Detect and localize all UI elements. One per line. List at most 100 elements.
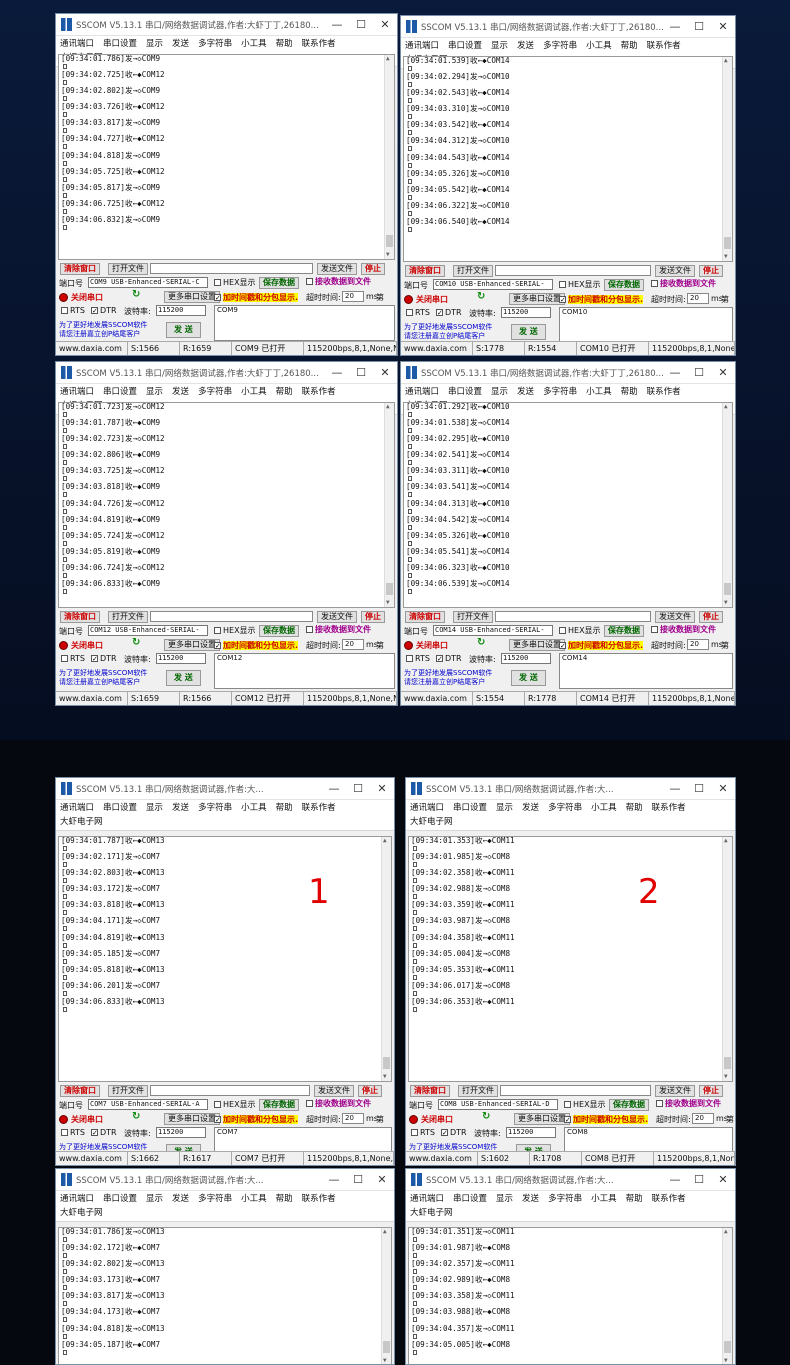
more-settings-button[interactable]: 更多串口设置 [164,639,220,651]
vertical-scrollbar[interactable] [384,403,394,607]
timestamp-checkbox[interactable]: 加时间戳和分包显示. [559,640,644,651]
menu-item[interactable]: 帮助 [621,385,638,399]
menu-item[interactable]: 发送 [172,1192,189,1206]
timeout-input[interactable]: 20 [342,291,364,302]
send-text-area[interactable]: COM14 [559,653,733,689]
refresh-icon[interactable]: ↻ [477,637,485,648]
menu-item[interactable]: 串口设置 [448,39,482,53]
close-port-button[interactable]: 关闭串口 [404,294,448,305]
menu-item[interactable]: 小工具 [241,385,267,399]
timestamp-checkbox[interactable]: 加时间戳和分包显示. [214,1114,299,1125]
menu-item[interactable]: 显示 [496,1192,513,1206]
title-bar[interactable]: SSCOM V5.13.1 串口/网络数据调试器,作者:大虾丁丁,26180..… [56,14,397,36]
menu-item[interactable]: 串口设置 [453,801,487,815]
menu-item[interactable]: 联系作者 [652,1192,686,1206]
menu-item[interactable]: 串口设置 [103,37,137,51]
hex-display-checkbox[interactable]: HEX显示 [559,279,601,290]
status-site[interactable]: www.daxia.com [56,342,128,355]
timeout-input[interactable]: 20 [692,1113,714,1124]
menu-item[interactable]: 帮助 [276,801,293,815]
menu-item[interactable]: 发送 [172,385,189,399]
title-bar[interactable]: SSCOM V5.13.1 串口/网络数据调试器,作者:大... — ☐ ✕ [56,778,394,800]
refresh-icon[interactable]: ↻ [132,1111,140,1122]
menu-item[interactable]: 串口设置 [103,1192,137,1206]
menu-item[interactable]: 通讯端口 [60,385,94,399]
status-site[interactable]: www.daxia.com [56,692,128,705]
menu-item[interactable]: 帮助 [626,801,643,815]
close-port-button[interactable]: 关闭串口 [59,292,103,303]
send-file-button[interactable]: 发送文件 [317,263,357,275]
send-text-area[interactable]: COM10 [559,307,733,343]
hex-display-checkbox[interactable]: HEX显示 [214,625,256,636]
more-settings-button[interactable]: 更多串口设置 [509,639,565,651]
timeout-input[interactable]: 20 [342,639,364,650]
menu-item[interactable]: 通讯端口 [60,801,94,815]
menu-item[interactable]: 帮助 [626,1192,643,1206]
open-file-button[interactable]: 打开文件 [108,611,148,623]
refresh-icon[interactable]: ↻ [482,1111,490,1122]
minimize-icon[interactable]: — [322,1173,346,1186]
send-file-button[interactable]: 发送文件 [317,611,357,623]
receive-to-file-checkbox[interactable]: 接收数据到文件 [651,624,716,635]
save-data-button[interactable]: 保存数据 [259,625,299,637]
menu-item[interactable]: 帮助 [621,39,638,53]
receive-to-file-checkbox[interactable]: 接收数据到文件 [306,624,371,635]
title-bar[interactable]: SSCOM V5.13.1 串口/网络数据调试器,作者:大... — ☐ ✕ [56,1169,394,1191]
menu-item[interactable]: 小工具 [241,801,267,815]
menu-item[interactable]: 大虾电子网 [410,1206,453,1220]
more-settings-button[interactable]: 更多串口设置 [164,1113,220,1125]
file-path-input[interactable] [150,263,313,274]
close-icon[interactable]: ✕ [711,782,735,795]
send-file-button[interactable]: 发送文件 [655,1085,695,1097]
hex-display-checkbox[interactable]: HEX显示 [559,625,601,636]
maximize-icon[interactable]: ☐ [346,1173,370,1186]
menu-item[interactable]: 发送 [172,37,189,51]
clear-window-button[interactable]: 清除窗口 [60,611,100,623]
menu-item[interactable]: 串口设置 [453,1192,487,1206]
menu-item[interactable]: 多字符串 [198,37,232,51]
status-site[interactable]: www.daxia.com [56,1152,128,1165]
menu-item[interactable]: 联系作者 [647,385,681,399]
save-data-button[interactable]: 保存数据 [604,625,644,637]
minimize-icon[interactable]: — [663,20,687,33]
menu-item[interactable]: 小工具 [591,801,617,815]
receive-to-file-checkbox[interactable]: 接收数据到文件 [306,276,371,287]
menu-item[interactable]: 发送 [522,801,539,815]
clear-window-button[interactable]: 清除窗口 [60,263,100,275]
menu-item[interactable]: 小工具 [241,1192,267,1206]
menu-item[interactable]: 显示 [491,39,508,53]
hex-display-checkbox[interactable]: HEX显示 [214,277,256,288]
minimize-icon[interactable]: — [663,782,687,795]
maximize-icon[interactable]: ☐ [349,18,373,31]
minimize-icon[interactable]: — [322,782,346,795]
file-path-input[interactable] [495,265,651,276]
refresh-icon[interactable]: ↻ [132,289,140,300]
menu-item[interactable]: 联系作者 [302,1192,336,1206]
stop-button[interactable]: 停止 [699,611,723,623]
save-data-button[interactable]: 保存数据 [259,1099,299,1111]
port-select[interactable]: COM10 USB-Enhanced-SERIAL- [433,279,553,290]
more-settings-button[interactable]: 更多串口设置 [509,293,565,305]
receive-to-file-checkbox[interactable]: 接收数据到文件 [651,278,716,289]
refresh-icon[interactable]: ↻ [477,291,485,302]
clear-window-button[interactable]: 清除窗口 [405,611,445,623]
baud-select[interactable]: 115200 [156,653,206,664]
port-select[interactable]: COM14 USB-Enhanced-SERIAL- [433,625,553,636]
close-icon[interactable]: ✕ [370,782,394,795]
scrollbar-thumb[interactable] [383,1057,390,1069]
menu-item[interactable]: 帮助 [276,1192,293,1206]
menu-item[interactable]: 发送 [172,801,189,815]
title-bar[interactable]: SSCOM V5.13.1 串口/网络数据调试器,作者:大... — ☐ ✕ [406,1169,735,1191]
menu-item[interactable]: 联系作者 [302,37,336,51]
timeout-input[interactable]: 20 [342,1113,364,1124]
close-icon[interactable]: ✕ [373,18,397,31]
dtr-checkbox[interactable]: DTR [91,654,117,663]
menu-item[interactable]: 联系作者 [302,801,336,815]
menu-item[interactable]: 多字符串 [548,1192,582,1206]
close-icon[interactable]: ✕ [711,1173,735,1186]
menu-item[interactable]: 通讯端口 [60,1192,94,1206]
vertical-scrollbar[interactable] [381,1228,391,1364]
menu-item[interactable]: 通讯端口 [410,801,444,815]
vertical-scrollbar[interactable] [722,1228,732,1364]
menu-item[interactable]: 显示 [146,801,163,815]
